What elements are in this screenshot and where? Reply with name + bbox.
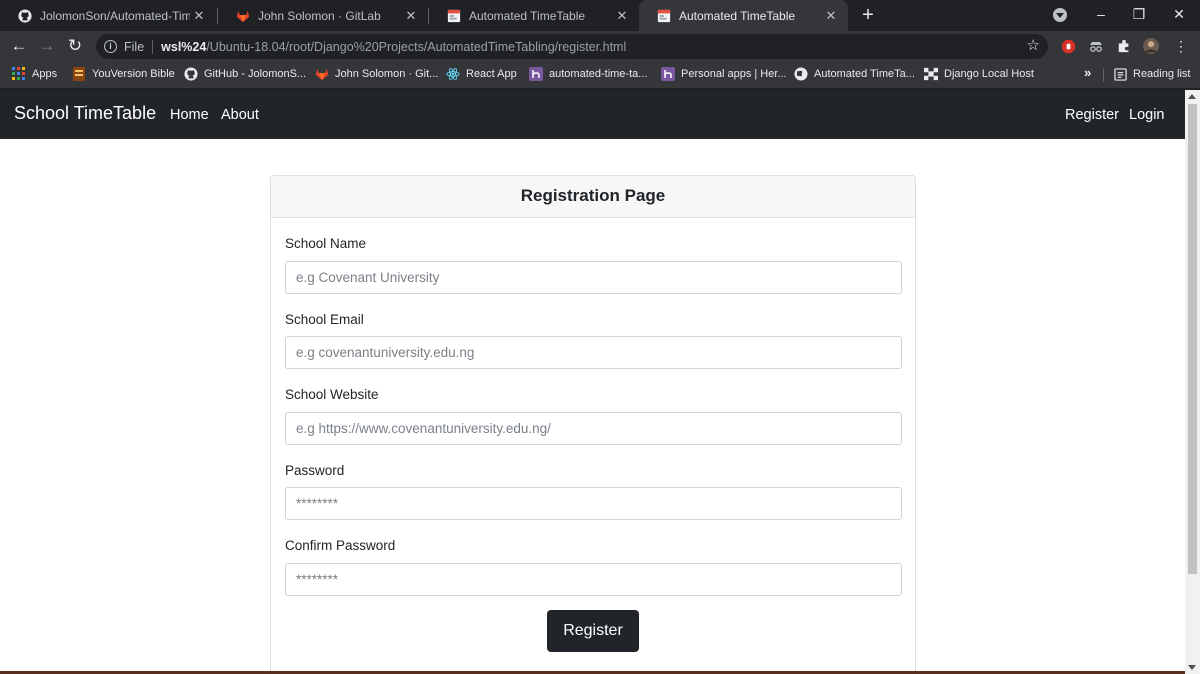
bookmark-label: Automated TimeTa... bbox=[814, 68, 915, 80]
tab-strip: JolomonSon/Automated-Time-Ta ✕ John Solo… bbox=[0, 0, 1200, 31]
bookmark-label: Personal apps | Her... bbox=[681, 68, 787, 80]
scroll-down-arrow-icon[interactable] bbox=[1188, 665, 1196, 670]
address-bar[interactable]: i File wsl%24 /Ubuntu-18.04/root/Django%… bbox=[96, 34, 1048, 59]
reload-icon[interactable]: ↻ bbox=[64, 35, 86, 57]
confirm-password-label: Confirm Password bbox=[285, 538, 396, 553]
heroku-icon bbox=[529, 67, 543, 81]
school-website-input[interactable] bbox=[285, 412, 902, 445]
django-icon bbox=[924, 67, 938, 81]
bookmark-apps[interactable]: Apps bbox=[12, 61, 57, 87]
bookmark-react-app[interactable]: React App bbox=[446, 61, 517, 87]
close-tab-icon[interactable]: ✕ bbox=[402, 8, 420, 24]
bookmark-github[interactable]: GitHub - JolomonS... bbox=[184, 61, 306, 87]
profile-avatar[interactable] bbox=[1143, 38, 1159, 54]
page-icon bbox=[447, 9, 461, 23]
github-icon bbox=[184, 67, 198, 81]
tab-title: Automated TimeTable bbox=[469, 8, 586, 23]
nav-login-link[interactable]: Login bbox=[1129, 107, 1164, 123]
heroku-icon bbox=[661, 67, 675, 81]
reading-list-label: Reading list bbox=[1133, 68, 1191, 80]
page-title: Registration Page bbox=[520, 186, 666, 205]
bookmark-label: YouVersion Bible bbox=[92, 68, 175, 80]
close-tab-icon[interactable]: ✕ bbox=[822, 8, 840, 24]
page-scrollbar[interactable] bbox=[1185, 90, 1200, 674]
register-button[interactable]: Register bbox=[547, 610, 639, 652]
new-tab-button[interactable]: + bbox=[858, 4, 878, 26]
address-divider bbox=[152, 39, 154, 54]
site-navbar: School TimeTable Home About Register Log… bbox=[0, 90, 1185, 139]
registration-card: Registration Page School Name School Ema… bbox=[270, 175, 916, 674]
browser-window: JolomonSon/Automated-Time-Ta ✕ John Solo… bbox=[0, 0, 1200, 674]
bookmark-label: Django Local Host bbox=[944, 68, 1034, 80]
bookmarks-divider bbox=[1103, 68, 1104, 82]
close-window-button[interactable]: ✕ bbox=[1160, 0, 1198, 31]
page-viewport: School TimeTable Home About Register Log… bbox=[0, 90, 1185, 674]
school-website-label: School Website bbox=[285, 387, 379, 402]
react-icon bbox=[446, 67, 460, 81]
url-scheme-label: File bbox=[124, 39, 145, 54]
bookmark-label: React App bbox=[466, 68, 517, 80]
tab-github[interactable]: JolomonSon/Automated-Time-Ta ✕ bbox=[0, 0, 216, 31]
tab-automated-timetable[interactable]: Automated TimeTable ✕ bbox=[429, 0, 639, 31]
school-name-input[interactable] bbox=[285, 261, 902, 294]
tab-gitlab[interactable]: John Solomon · GitLab ✕ bbox=[218, 0, 428, 31]
card-header: Registration Page bbox=[271, 176, 915, 218]
close-tab-icon[interactable]: ✕ bbox=[613, 8, 631, 24]
url-path: /Ubuntu-18.04/root/Django%20Projects/Aut… bbox=[206, 39, 627, 54]
info-icon[interactable]: i bbox=[104, 40, 117, 53]
tab-automated-timetable-active[interactable]: Automated TimeTable ✕ bbox=[639, 0, 848, 31]
browser-toolbar: ← → ↻ i File wsl%24 /Ubuntu-18.04/root/D… bbox=[0, 31, 1200, 61]
reading-list-button[interactable]: Reading list bbox=[1113, 61, 1190, 87]
github-icon bbox=[18, 8, 32, 23]
gitlab-icon bbox=[236, 9, 250, 23]
tab-title: John Solomon · GitLab bbox=[258, 8, 381, 23]
password-input[interactable] bbox=[285, 487, 902, 520]
password-label: Password bbox=[285, 463, 345, 478]
back-icon[interactable]: ← bbox=[8, 35, 30, 57]
page-icon bbox=[657, 9, 671, 23]
bible-icon bbox=[72, 67, 86, 81]
bookmark-label: Apps bbox=[32, 68, 58, 80]
bookmark-label: John Solomon · Git... bbox=[335, 68, 439, 80]
school-email-label: School Email bbox=[285, 312, 364, 327]
close-tab-icon[interactable]: ✕ bbox=[190, 8, 208, 24]
minimize-button[interactable]: – bbox=[1082, 0, 1120, 31]
restore-button[interactable]: ❐ bbox=[1120, 0, 1158, 31]
confirm-password-input[interactable] bbox=[285, 563, 902, 596]
bookmark-youversion[interactable]: YouVersion Bible bbox=[72, 61, 175, 87]
tab-title: Automated TimeTable bbox=[679, 8, 796, 23]
nav-home-link[interactable]: Home bbox=[170, 107, 209, 123]
globe-icon bbox=[794, 67, 808, 81]
forward-icon[interactable]: → bbox=[36, 35, 58, 57]
url-host: wsl%24 bbox=[161, 39, 207, 54]
nav-register-link[interactable]: Register bbox=[1065, 107, 1119, 123]
school-name-label: School Name bbox=[285, 236, 367, 251]
scroll-up-arrow-icon[interactable] bbox=[1188, 94, 1196, 99]
bookmarks-overflow-button[interactable]: » bbox=[1084, 65, 1091, 80]
reading-list-icon bbox=[1113, 67, 1127, 81]
tab-title: JolomonSon/Automated-Time-Ta bbox=[40, 8, 190, 23]
bookmark-automated-timetable[interactable]: Automated TimeTa... bbox=[794, 61, 915, 87]
tab-search-icon[interactable] bbox=[1053, 8, 1067, 22]
bookmark-label: automated-time-ta... bbox=[549, 68, 648, 80]
menu-kebab-icon[interactable]: ⋮ bbox=[1173, 38, 1189, 54]
bookmark-gitlab[interactable]: John Solomon · Git... bbox=[315, 61, 438, 87]
site-brand[interactable]: School TimeTable bbox=[14, 103, 156, 124]
nav-about-link[interactable]: About bbox=[221, 107, 259, 123]
bookmark-label: GitHub - JolomonS... bbox=[204, 68, 307, 80]
school-email-input[interactable] bbox=[285, 336, 902, 369]
bookmark-heroku-personal[interactable]: Personal apps | Her... bbox=[661, 61, 787, 87]
incognito-extension-icon[interactable] bbox=[1088, 38, 1104, 54]
gitlab-icon bbox=[315, 67, 329, 81]
bookmark-heroku-app[interactable]: automated-time-ta... bbox=[529, 61, 647, 87]
bookmark-django-local-host[interactable]: Django Local Host bbox=[924, 61, 1034, 87]
bookmark-star-icon[interactable]: ☆ bbox=[1027, 36, 1040, 56]
apps-grid-icon bbox=[12, 67, 26, 81]
scroll-thumb[interactable] bbox=[1188, 104, 1197, 574]
extensions-puzzle-icon[interactable] bbox=[1116, 38, 1132, 54]
adblock-extension-icon[interactable] bbox=[1060, 38, 1076, 54]
bookmarks-bar: Apps YouVersion Bible GitHub - JolomonS.… bbox=[0, 61, 1200, 89]
